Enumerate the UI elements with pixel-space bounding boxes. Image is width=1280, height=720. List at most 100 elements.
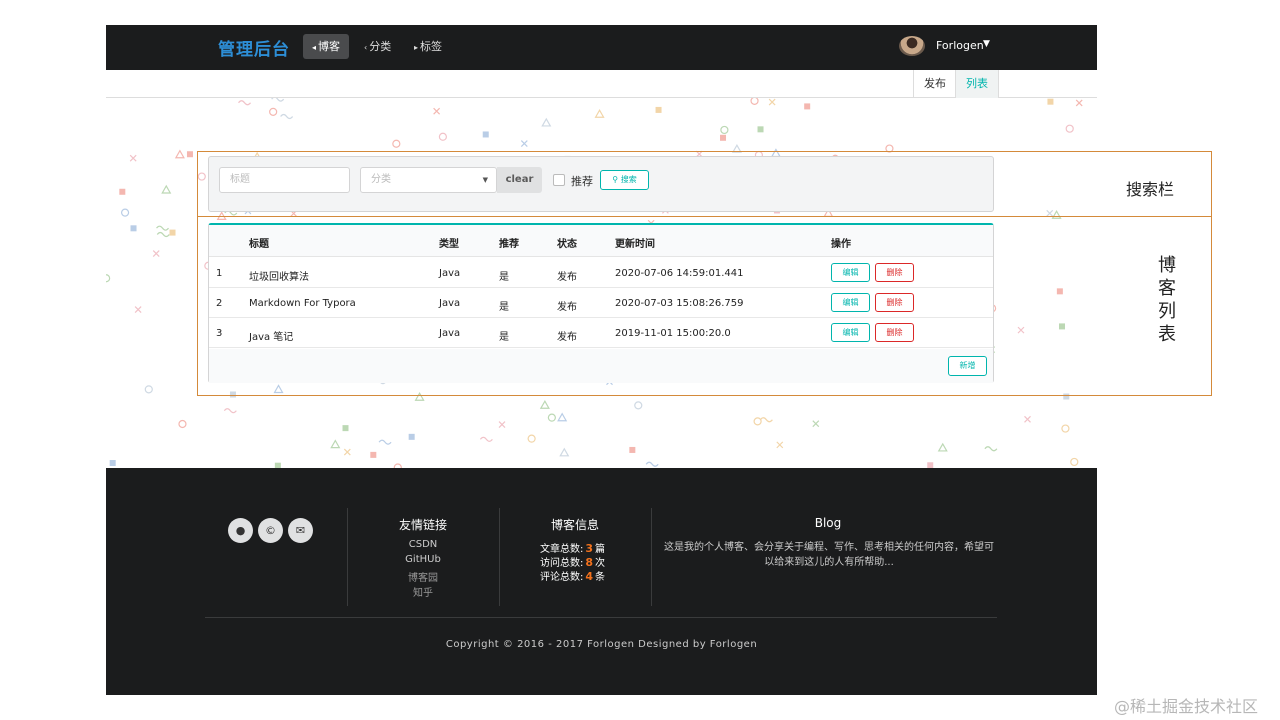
confetti-shape (720, 134, 727, 141)
link-cnblogs[interactable]: 博客园 (383, 569, 463, 584)
confetti-shape (498, 421, 506, 428)
footer-divider (651, 508, 652, 606)
links-title: 友情链接 (398, 518, 447, 532)
tags-icon: ▸ (414, 43, 419, 52)
info-value: 4 (585, 570, 594, 583)
nav-item-tags[interactable]: ▸ 标签 (405, 34, 451, 59)
footer-separator (205, 617, 997, 618)
confetti-shape (1061, 424, 1070, 433)
blog-title: Blog (814, 516, 842, 530)
info-comment-count: 评论总数: 4 条 (540, 568, 605, 583)
confetti-shape (438, 132, 447, 141)
mail-icon[interactable]: ✉ (288, 518, 313, 543)
confetti-shape (408, 433, 415, 440)
confetti-shape (156, 231, 170, 238)
confetti-shape (753, 417, 762, 426)
info-article-count: 文章总数: 3 篇 (540, 540, 605, 555)
confetti-shape (750, 98, 759, 105)
brand-title: 管理后台 (218, 40, 290, 60)
confetti-shape (223, 408, 237, 414)
info-title: 博客信息 (550, 518, 599, 532)
top-navbar: 管理后台 ◂ 博客 ‹ 分类 ▸ 标签 Forlogen ▼ (106, 25, 1097, 70)
confetti-shape (1070, 457, 1079, 467)
confetti-shape (1047, 98, 1054, 105)
confetti-shape (759, 417, 773, 423)
info-unit: 条 (595, 572, 606, 583)
confetti-shape (342, 425, 349, 432)
nav-item-label: 分类 (369, 40, 392, 53)
confetti-shape (629, 446, 636, 453)
confetti-shape (238, 100, 252, 106)
footer-divider (347, 508, 348, 606)
page: 管理后台 ◂ 博客 ‹ 分类 ▸ 标签 Forlogen ▼ 发布 列表 标题 分类 … (0, 0, 1280, 720)
confetti-shape (120, 208, 130, 217)
confetti-shape (768, 98, 776, 106)
confetti-shape (520, 140, 528, 147)
blog-description: 这是我的个人博客、会分享关于编程、写作、思考相关的任何内容，希望可以给来到这儿的… (664, 542, 994, 568)
search-bar-annotation-box (197, 151, 1212, 217)
confetti-shape (144, 385, 153, 394)
copyright-text: Copyright © 2016 - 2017 Forlogen Designe… (445, 639, 758, 650)
search-bar-annotation-label: 搜索栏 (1126, 180, 1175, 199)
confetti-shape (343, 448, 351, 456)
blog-list-annotation-label: 博客列表 (1158, 255, 1176, 345)
confetti-shape (134, 306, 142, 314)
link-csdn[interactable]: CSDN (383, 539, 463, 550)
idea-icon: ‹ (364, 43, 368, 52)
confetti-shape (169, 229, 176, 236)
confetti-shape (557, 412, 568, 422)
confetti-shape (479, 436, 493, 442)
confetti-shape (804, 103, 811, 110)
link-zhihu[interactable]: 知乎 (383, 584, 463, 599)
link-github[interactable]: GitHUb (383, 554, 463, 565)
confetti-shape (392, 139, 401, 148)
confetti-shape (106, 274, 111, 283)
confetti-shape (370, 451, 377, 458)
confetti-shape (655, 106, 662, 113)
tab-publish[interactable]: 发布 (913, 70, 956, 98)
info-visit-count: 访问总数: 8 次 (540, 554, 605, 569)
confetti-shape (559, 447, 570, 457)
confetti-shape (547, 413, 556, 422)
confetti-shape (527, 434, 536, 443)
nav-item-blog[interactable]: ◂ 博客 (303, 34, 350, 59)
nav-item-label: 标签 (420, 40, 443, 53)
confetti-shape (645, 461, 659, 467)
user-name[interactable]: Forlogen (936, 39, 984, 52)
home-icon: ◂ (312, 43, 317, 52)
confetti-shape (330, 439, 341, 449)
confetti-shape (1075, 99, 1083, 107)
confetti-shape (130, 225, 137, 232)
confetti-shape (594, 109, 605, 118)
confetti-shape (271, 98, 285, 102)
confetti-shape (186, 151, 193, 158)
confetti-shape (161, 184, 172, 194)
confetti-shape (433, 107, 441, 115)
footer: ● © ✉ 友情链接 CSDN GitHUb 博客园 知乎 博客信息 文章总数:… (106, 468, 1097, 695)
confetti-shape (1024, 415, 1031, 423)
confetti-shape (129, 154, 137, 162)
blog-list-annotation-box (197, 216, 1212, 396)
github-icon[interactable]: ● (228, 518, 253, 543)
chevron-down-icon[interactable]: ▼ (983, 39, 990, 49)
nav-item-category[interactable]: ‹ 分类 (355, 34, 400, 59)
confetti-shape (539, 400, 550, 409)
confetti-shape (269, 107, 278, 116)
avatar[interactable] (899, 36, 925, 56)
tab-list[interactable]: 列表 (955, 70, 999, 98)
confetti-shape (482, 131, 489, 138)
confetti-shape (937, 442, 948, 452)
confetti-shape (378, 439, 392, 445)
confetti-shape (812, 420, 820, 428)
confetti-shape (757, 126, 764, 133)
watermark: @稀土掘金技术社区 (1114, 697, 1259, 716)
copyright-icon[interactable]: © (258, 518, 283, 543)
nav-item-label: 博客 (318, 40, 341, 53)
sub-menu: 发布 列表 (106, 70, 1097, 98)
info-label: 评论总数: (540, 572, 584, 583)
confetti-shape (174, 149, 185, 159)
confetti-shape (280, 113, 294, 120)
confetti-shape (776, 441, 784, 449)
confetti-shape (984, 446, 998, 452)
confetti-shape (720, 125, 729, 135)
